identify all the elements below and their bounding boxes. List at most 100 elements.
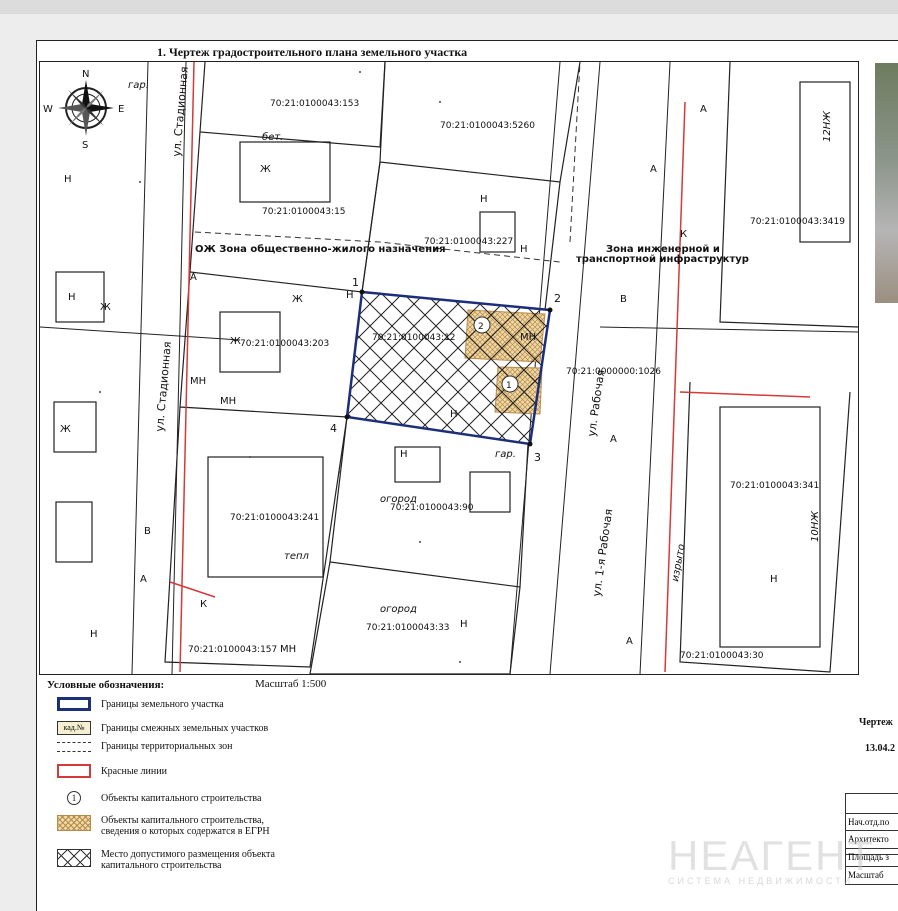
label-ogorod-1: огород: [380, 494, 417, 505]
legend-label: Красные линии: [101, 765, 167, 777]
legend-item-objects: 1 Объекты капитального строительства: [57, 791, 261, 805]
label-gar-1: гар.: [128, 80, 149, 91]
chertezh-label: Чертеж: [859, 717, 893, 728]
map-frame: 1 2 3 4 2 1 N S W E 70:21:0100043:153 70…: [39, 61, 859, 675]
street-stadionnaya-1: ул. Стадионная: [170, 66, 191, 157]
corner-3: 3: [534, 451, 541, 464]
document-title: 1. Чертеж градостроительного плана земел…: [157, 45, 468, 59]
side-aerial-photo: [875, 63, 898, 303]
svg-text:К: К: [200, 599, 207, 610]
legend-item-red-lines: Красные линии: [57, 764, 167, 778]
svg-text:Ж: Ж: [292, 294, 303, 305]
svg-text:Ж: Ж: [60, 424, 71, 435]
label-10nzh: 10НЖ: [810, 510, 821, 542]
svg-text:А: А: [700, 104, 707, 115]
date-label: 13.04.2: [865, 743, 895, 754]
parcel-3410: 70:21:0100043:341: [730, 481, 819, 491]
parcel-30: 70:21:0100043:30: [680, 651, 764, 661]
egrn-symbol: [57, 815, 91, 831]
placement-symbol: [57, 849, 91, 867]
top-band: [0, 0, 898, 14]
svg-text:Н: Н: [480, 194, 488, 205]
legend-item-egrn: Объекты капитального строительства, свед…: [57, 815, 301, 837]
compass-n: N: [82, 69, 89, 80]
svg-text:Ж: Ж: [260, 164, 271, 175]
parcel-241: 70:21:0100043:241: [230, 513, 319, 523]
corner-2: 2: [554, 292, 561, 305]
object-1: 1: [506, 381, 512, 391]
svg-text:Н: Н: [520, 244, 528, 255]
svg-text:МН: МН: [220, 396, 236, 407]
legend-label: Границы смежных земельных участков: [101, 722, 269, 734]
document-sheet: 1. Чертеж градостроительного плана земел…: [36, 40, 898, 911]
svg-text:Н: Н: [90, 629, 98, 640]
watermark-brand: НЕАГЕНТ: [668, 832, 876, 879]
corner-1: 1: [352, 276, 359, 289]
parcel-15: 70:21:0100043:15: [262, 207, 346, 217]
label-12nzh: 12НЖ: [822, 110, 833, 142]
parcel-5260: 70:21:0100043:5260: [440, 121, 535, 131]
zone-ozh: ОЖ Зона общественно-жилого назначения: [195, 243, 446, 255]
legend-title: Условные обозначения:: [47, 679, 165, 691]
legend-label: Границы территориальных зон: [101, 741, 233, 752]
compass-s: S: [82, 140, 88, 151]
legend-item-plot: Границы земельного участка: [57, 697, 224, 711]
label-izrito: изрыто: [670, 543, 687, 582]
red-line-symbol: [57, 764, 91, 778]
label-ogorod-2: огород: [380, 604, 417, 615]
svg-text:Н: Н: [64, 174, 72, 185]
street-stadionnaya-2: ул. Стадионная: [153, 341, 174, 432]
legend-item-adjacent: кад.№ Границы смежных земельных участков: [57, 721, 268, 735]
svg-text:МН: МН: [520, 332, 536, 343]
svg-text:Н: Н: [460, 619, 468, 630]
street-rabochaya-1: ул. Рабочая: [585, 369, 607, 437]
legend-label: Объекты капитального строительства, свед…: [101, 815, 270, 837]
svg-text:Ж: Ж: [230, 336, 241, 347]
svg-text:А: А: [626, 636, 633, 647]
svg-text:Н: Н: [770, 574, 778, 585]
legend-label: Место допустимого размещения объекта кап…: [101, 849, 275, 871]
kad-symbol: кад.№: [57, 721, 91, 735]
svg-text:Ж: Ж: [100, 302, 111, 313]
label-gar-2: гар.: [495, 449, 516, 460]
cadastral-map: 1 2 3 4 2 1 N S W E 70:21:0100043:153 70…: [40, 62, 858, 674]
zone-eng-2: транспортной инфраструктур: [576, 253, 749, 265]
parcel-1026: 70:21:0000000:1026: [566, 367, 661, 377]
legend-label: Границы земельного участка: [101, 698, 224, 710]
svg-text:Н: Н: [346, 290, 354, 301]
svg-text:А: А: [140, 574, 147, 585]
watermark-sub: СИСТЕМА НЕДВИЖИМОСТИ: [668, 876, 854, 886]
svg-text:Н: Н: [450, 409, 458, 420]
zone-boundaries: [194, 62, 581, 263]
parcel-33: 70:21:0100043:33: [366, 623, 450, 633]
svg-text:МН: МН: [190, 376, 206, 387]
zone-boundary-symbol: [57, 741, 91, 752]
legend-item-zones: Границы территориальных зон: [57, 741, 233, 752]
legend-label: Объекты капитального строительства: [101, 792, 262, 804]
parcel-12: 70:21:0100043:12: [372, 333, 456, 343]
svg-text:А: А: [650, 164, 657, 175]
stamp-row: Нач.отд.по: [845, 813, 898, 831]
land-plot[interactable]: [345, 290, 552, 446]
label-bet: бет.: [262, 131, 283, 143]
svg-text:Н: Н: [400, 449, 408, 460]
scale-label: Масштаб 1:500: [255, 678, 327, 690]
compass-e: E: [118, 104, 124, 115]
plot-boundary-symbol: [57, 697, 91, 711]
svg-text:А: А: [190, 272, 197, 283]
legend-item-place: Место допустимого размещения объекта кап…: [57, 849, 301, 871]
svg-text:А: А: [610, 434, 617, 445]
svg-text:В: В: [144, 526, 151, 537]
parcel-3419: 70:21:0100043:3419: [750, 217, 845, 227]
corner-4: 4: [330, 422, 337, 435]
street-rabochaya-2: ул. 1-я Рабочая: [590, 508, 615, 597]
label-tepl: тепл: [284, 551, 310, 562]
svg-text:В: В: [620, 294, 627, 305]
object-2: 2: [478, 322, 484, 332]
svg-text:К: К: [680, 229, 687, 240]
parcel-157: 70:21:0100043:157: [188, 645, 277, 655]
svg-text:Н: Н: [68, 292, 76, 303]
compass-w: W: [43, 104, 53, 115]
object-circle-symbol: 1: [67, 791, 81, 805]
compass-rose: N S W E: [43, 69, 124, 151]
